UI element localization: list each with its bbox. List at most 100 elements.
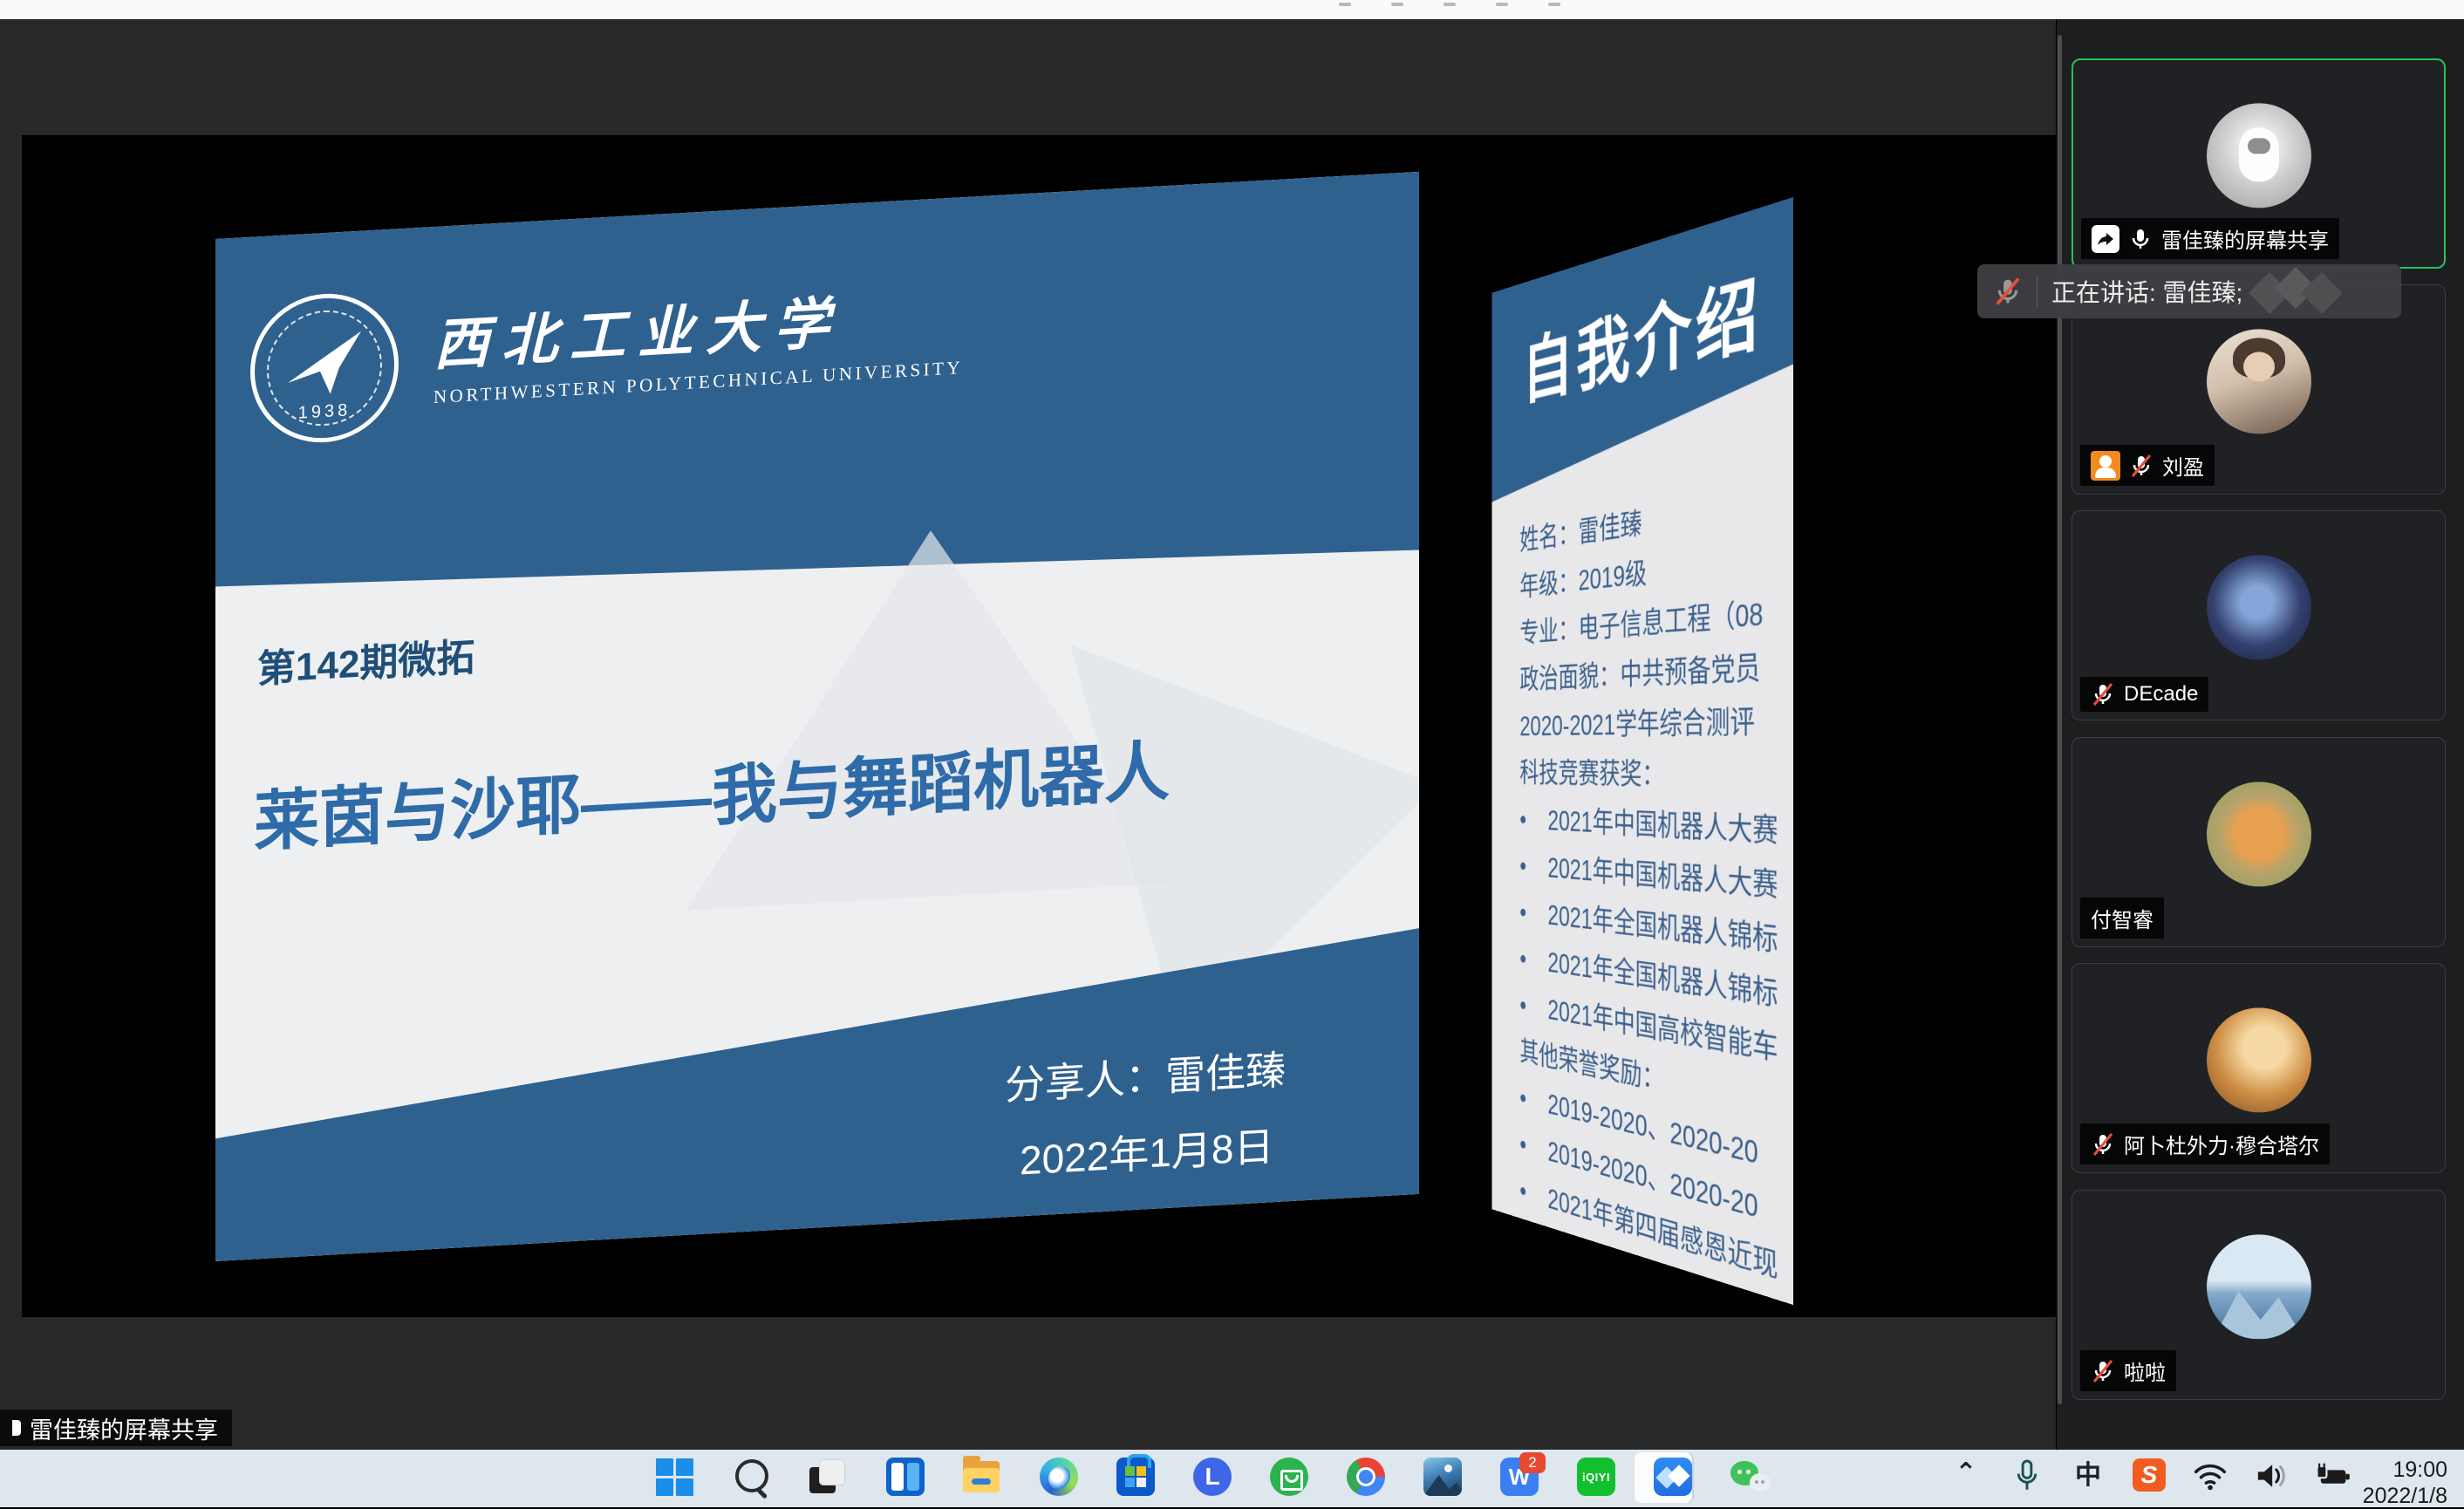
screen-share-viewport: 1938 西北工业大学 NORTHWESTERN POLYTECHNICAL U…	[22, 135, 2056, 1317]
wps-notification-badge: 2	[1519, 1452, 1546, 1473]
wechat-button[interactable]	[1722, 1458, 1778, 1501]
green-store-app-icon	[1270, 1458, 1308, 1496]
participant-name: 阿卜杜外力·穆合塔尔	[2124, 1129, 2319, 1159]
mic-on-icon	[2128, 227, 2153, 251]
ime-zh-icon: 中	[2075, 1458, 2101, 1493]
search-icon	[735, 1459, 768, 1492]
chrome-icon	[1347, 1458, 1385, 1496]
participant-name: 付智睿	[2091, 903, 2153, 933]
iqiyi-icon: iQIYI	[1577, 1458, 1615, 1496]
sidebar-scrollbar[interactable]	[2058, 35, 2062, 1404]
file-explorer-icon	[963, 1459, 1001, 1498]
mic-muted-icon	[2091, 1359, 2115, 1383]
taskbar-clock[interactable]: 19:00 2022/1/8	[2327, 1457, 2447, 1509]
top-strip-handle-dash	[1391, 3, 1403, 6]
hidden-icons-button[interactable]: ⌃	[1947, 1458, 1985, 1497]
volume-icon	[2253, 1458, 2290, 1493]
participant-name: 雷佳臻的屏幕共享	[2161, 223, 2329, 254]
slide-side: 自我介绍 姓名：雷佳臻 年级：2019级 专业：电子信息工程（08 政治面貌：中…	[1491, 197, 1793, 1305]
participant-label: 阿卜杜外力·穆合塔尔	[2080, 1123, 2330, 1164]
sogou-icon: S	[2133, 1458, 2166, 1492]
participant-tile[interactable]: 啦啦	[2072, 1190, 2446, 1400]
participant-name: DEcade	[2124, 682, 2198, 707]
participant-tile[interactable]: 付智睿	[2072, 737, 2446, 947]
photos-icon	[1423, 1458, 1462, 1496]
avatar	[2207, 782, 2311, 886]
photos-button[interactable]	[1415, 1458, 1471, 1501]
mic-muted-icon	[2091, 1132, 2115, 1157]
share-status-text: 雷佳臻的屏幕共享	[30, 1411, 218, 1445]
microphone-icon	[2012, 1458, 2042, 1493]
university-seal-icon: 1938	[250, 290, 399, 447]
participant-label: 啦啦	[2080, 1350, 2176, 1391]
speaking-toast: 正在讲话: 雷佳臻;	[1977, 264, 2401, 318]
member-badge-icon	[2091, 451, 2120, 481]
search-button[interactable]	[724, 1458, 780, 1501]
window-top-strip[interactable]	[0, 0, 2464, 19]
wifi-icon	[2192, 1458, 2229, 1493]
mic-muted-icon	[1993, 277, 2023, 306]
tencent-meeting-icon	[1654, 1458, 1692, 1496]
wechat-icon	[1730, 1458, 1769, 1496]
participant-name: 啦啦	[2124, 1355, 2166, 1386]
clock-date: 2022/1/8	[2327, 1483, 2447, 1509]
task-view-icon	[809, 1460, 848, 1499]
side-line: 科技竞赛获奖：	[1519, 749, 1778, 803]
top-strip-handle-dash	[1496, 3, 1508, 6]
chevron-up-icon: ⌃	[1955, 1458, 1976, 1488]
microsoft-store-icon	[1116, 1458, 1155, 1496]
tencent-meeting-button[interactable]	[1645, 1458, 1701, 1501]
participant-label: 刘盈	[2080, 445, 2215, 486]
taskbar: L W 2 iQIYI ⌃ 中 S	[0, 1450, 2464, 1507]
participant-tile[interactable]: 阿卜杜外力·穆合塔尔	[2072, 963, 2446, 1173]
iqiyi-button[interactable]: iQIYI	[1568, 1458, 1624, 1501]
blue-l-app-icon: L	[1193, 1458, 1232, 1496]
widgets-icon	[886, 1458, 925, 1496]
microsoft-store-button[interactable]	[1108, 1458, 1164, 1501]
participant-tile-screen-share[interactable]: 雷佳臻的屏幕共享	[2072, 58, 2446, 269]
avatar	[2207, 1234, 2311, 1339]
participant-label: DEcade	[2080, 677, 2208, 712]
side-line: 2020-2021学年综合测评	[1519, 695, 1778, 750]
top-strip-handle-dash	[1339, 3, 1351, 6]
tray-microphone-button[interactable]	[2008, 1458, 2046, 1497]
mic-muted-icon	[2091, 682, 2115, 707]
taskbar-tray: ⌃ 中 S	[1947, 1458, 2351, 1497]
top-strip-handle-dash	[1444, 3, 1456, 6]
participant-tile[interactable]: DEcade	[2072, 510, 2446, 720]
blue-l-app-button[interactable]: L	[1184, 1458, 1240, 1501]
wifi-button[interactable]	[2191, 1458, 2229, 1497]
mic-muted-icon	[2129, 454, 2153, 478]
slide-main: 1938 西北工业大学 NORTHWESTERN POLYTECHNICAL U…	[215, 172, 1419, 1261]
avatar	[2207, 329, 2311, 434]
participant-label: 雷佳臻的屏幕共享	[2081, 218, 2339, 259]
side-slide-body: 姓名：雷佳臻 年级：2019级 专业：电子信息工程（08 政治面貌：中共预备党员…	[1519, 477, 1778, 1294]
windows-start-icon	[656, 1458, 694, 1497]
slide-series-label: 第142期微拓	[257, 625, 474, 693]
clock-time: 19:00	[2327, 1457, 2447, 1483]
avatar	[2207, 555, 2311, 659]
speaking-toast-text: 正在讲话: 雷佳臻;	[2051, 274, 2242, 309]
screen-share-icon	[2092, 225, 2119, 253]
avatar	[2207, 103, 2311, 208]
wps-office-button[interactable]: W 2	[1491, 1458, 1547, 1501]
avatar	[2207, 1007, 2311, 1112]
start-button[interactable]	[647, 1458, 703, 1501]
volume-button[interactable]	[2252, 1458, 2290, 1497]
widgets-button[interactable]	[877, 1458, 933, 1501]
green-store-app-button[interactable]	[1261, 1458, 1317, 1501]
file-explorer-button[interactable]	[954, 1458, 1010, 1501]
edge-button[interactable]	[1031, 1458, 1087, 1501]
meeting-watermark-logo	[2246, 271, 2351, 311]
shared-screen-canvas: 1938 西北工业大学 NORTHWESTERN POLYTECHNICAL U…	[0, 19, 2056, 1450]
ime-indicator[interactable]: 中	[2069, 1458, 2107, 1497]
share-icon-fragment	[12, 1420, 21, 1436]
participant-name: 刘盈	[2162, 450, 2204, 481]
sogou-pinyin-button[interactable]: S	[2130, 1458, 2168, 1497]
share-status-pill: 雷佳臻的屏幕共享	[0, 1410, 232, 1446]
chrome-button[interactable]	[1338, 1458, 1394, 1501]
top-strip-handle-dash	[1548, 3, 1560, 6]
participant-label: 付智睿	[2080, 898, 2164, 939]
task-view-button[interactable]	[801, 1458, 857, 1501]
edge-icon	[1040, 1458, 1078, 1496]
